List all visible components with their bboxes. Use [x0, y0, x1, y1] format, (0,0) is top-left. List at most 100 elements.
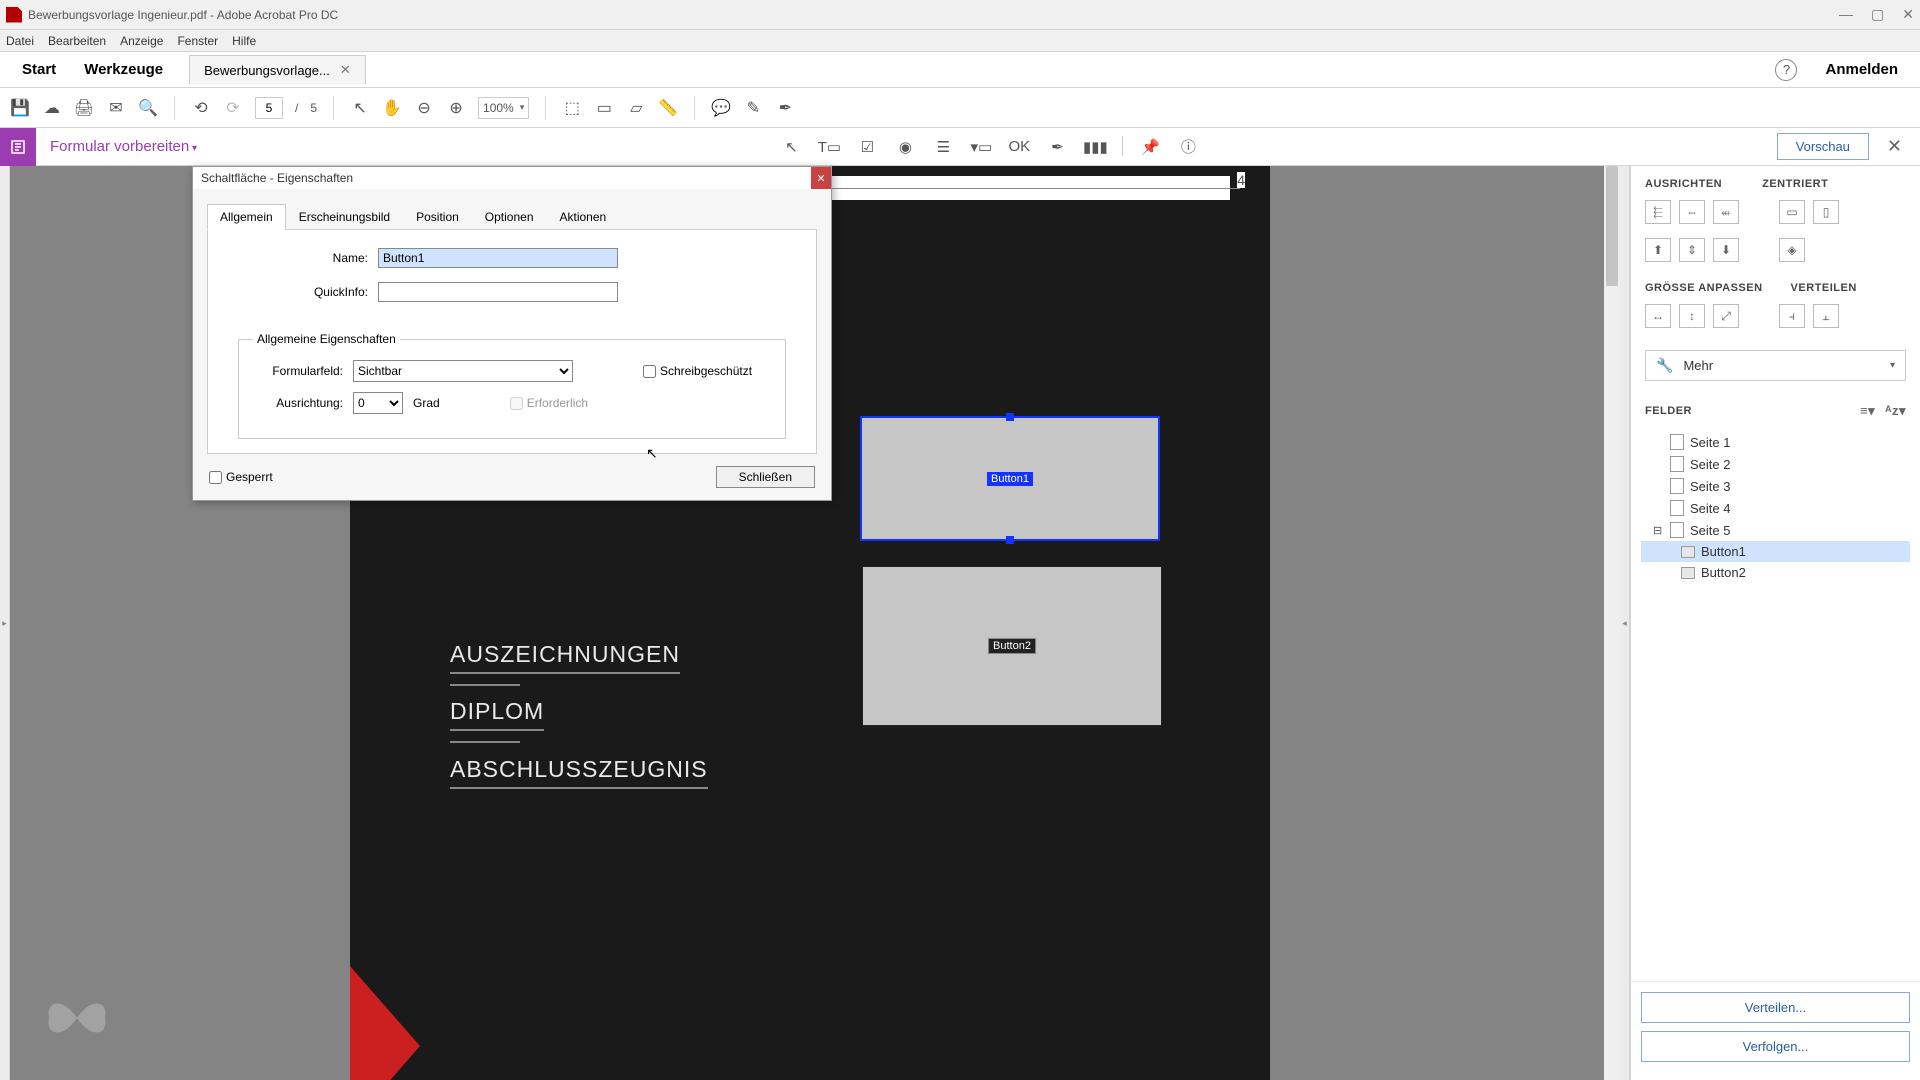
- listbox-tool-icon[interactable]: ☰: [932, 136, 954, 158]
- tab-optionen[interactable]: Optionen: [472, 204, 547, 230]
- tab-aktionen[interactable]: Aktionen: [547, 204, 620, 230]
- track-form-button[interactable]: Verfolgen...: [1641, 1031, 1910, 1062]
- titlebar: Bewerbungsvorlage Ingenieur.pdf - Adobe …: [0, 0, 1920, 30]
- select-tool-icon[interactable]: ↖: [780, 136, 802, 158]
- match-height-icon[interactable]: ↕: [1679, 304, 1705, 328]
- tree-page-2[interactable]: Seite 2: [1641, 453, 1910, 475]
- tab-start[interactable]: Start: [8, 53, 70, 86]
- fit-width-icon[interactable]: ⬚: [562, 98, 582, 118]
- search-icon[interactable]: 🔍: [138, 98, 158, 118]
- page-up-icon[interactable]: ⟲: [191, 98, 211, 118]
- fit-visible-icon[interactable]: ▱: [626, 98, 646, 118]
- tree-page-5[interactable]: ⊟Seite 5: [1641, 519, 1910, 541]
- textfield-tool-icon[interactable]: T▭: [818, 136, 840, 158]
- preview-button[interactable]: Vorschau: [1777, 133, 1869, 160]
- minimize-button[interactable]: —: [1839, 6, 1853, 23]
- tab-werkzeuge[interactable]: Werkzeuge: [70, 53, 177, 86]
- zoom-out-icon[interactable]: ⊖: [414, 98, 434, 118]
- radio-tool-icon[interactable]: ◉: [894, 136, 916, 158]
- help-icon[interactable]: ?: [1775, 59, 1797, 81]
- menu-datei[interactable]: Datei: [6, 34, 34, 48]
- align-top-icon[interactable]: ⬆: [1645, 238, 1671, 262]
- dialog-close-icon[interactable]: ✕: [811, 167, 831, 189]
- page-number-input[interactable]: [255, 97, 283, 119]
- formularfeld-select[interactable]: Sichtbar: [353, 360, 573, 382]
- menu-hilfe[interactable]: Hilfe: [232, 34, 256, 48]
- formularfeld-label: Formularfeld:: [253, 364, 343, 378]
- left-rail-expand[interactable]: [0, 166, 10, 1080]
- tree-button2[interactable]: Button2: [1641, 562, 1910, 583]
- close-form-mode-icon[interactable]: ✕: [1879, 136, 1910, 157]
- distribute-form-button[interactable]: Verteilen...: [1641, 992, 1910, 1023]
- distribute-h-icon[interactable]: ⫞: [1779, 304, 1805, 328]
- zoom-select[interactable]: 100%: [478, 97, 529, 119]
- schreibgeschuetzt-checkbox[interactable]: [643, 365, 656, 378]
- fields-tree: Seite 1 Seite 2 Seite 3 Seite 4 ⊟Seite 5…: [1631, 425, 1920, 981]
- quickinfo-input[interactable]: [378, 282, 618, 302]
- center-both-icon[interactable]: ◈: [1779, 238, 1805, 262]
- tree-page-3[interactable]: Seite 3: [1641, 475, 1910, 497]
- ausrichtung-select[interactable]: 0: [353, 392, 403, 414]
- print-icon[interactable]: 🖨: [74, 98, 94, 118]
- form-mode-dropdown[interactable]: Formular vorbereiten: [36, 138, 203, 155]
- name-input[interactable]: [378, 248, 618, 268]
- zoom-in-icon[interactable]: ⊕: [446, 98, 466, 118]
- taborder-icon[interactable]: ᴬz▾: [1885, 403, 1906, 419]
- form-field-button2[interactable]: Button2: [862, 566, 1162, 726]
- right-panel-collapse[interactable]: [1620, 166, 1630, 1080]
- schliessen-button[interactable]: Schließen: [716, 466, 815, 488]
- tree-button1[interactable]: Button1: [1641, 541, 1910, 562]
- general-properties-fieldset: Allgemeine Eigenschaften Formularfeld: S…: [238, 332, 786, 439]
- align-middle-icon[interactable]: ⇕: [1679, 238, 1705, 262]
- signin-button[interactable]: Anmelden: [1811, 61, 1912, 78]
- highlight-icon[interactable]: ✎: [743, 98, 763, 118]
- vertical-scrollbar[interactable]: [1604, 166, 1620, 1080]
- menu-anzeige[interactable]: Anzeige: [120, 34, 163, 48]
- dialog-tabs: Allgemein Erscheinungsbild Position Opti…: [207, 203, 817, 230]
- pointer-icon[interactable]: ↖: [350, 98, 370, 118]
- match-width-icon[interactable]: ↔: [1645, 304, 1671, 328]
- center-h-icon[interactable]: ▭: [1779, 200, 1805, 224]
- mail-icon[interactable]: ✉: [106, 98, 126, 118]
- tab-position[interactable]: Position: [403, 204, 472, 230]
- hand-icon[interactable]: ✋: [382, 98, 402, 118]
- gesperrt-checkbox[interactable]: [209, 471, 222, 484]
- close-button[interactable]: ✕: [1902, 6, 1914, 23]
- tree-page-4[interactable]: Seite 4: [1641, 497, 1910, 519]
- tab-erscheinungsbild[interactable]: Erscheinungsbild: [286, 204, 403, 230]
- help-tool-icon[interactable]: ⓘ: [1177, 136, 1199, 158]
- doc-heading-auszeichnungen: AUSZEICHNUNGEN: [450, 641, 680, 686]
- distribute-v-icon[interactable]: ⫠: [1813, 304, 1839, 328]
- tab-allgemein[interactable]: Allgemein: [207, 204, 286, 230]
- align-center-h-icon[interactable]: ⇔: [1679, 200, 1705, 224]
- align-right-icon[interactable]: ⬴: [1713, 200, 1739, 224]
- page-down-icon[interactable]: ⟳: [223, 98, 243, 118]
- match-both-icon[interactable]: ⤢: [1713, 304, 1739, 328]
- center-v-icon[interactable]: ▯: [1813, 200, 1839, 224]
- pin-tool-icon[interactable]: 📌: [1139, 136, 1161, 158]
- tree-page-1[interactable]: Seite 1: [1641, 431, 1910, 453]
- checkbox-tool-icon[interactable]: ☑: [856, 136, 878, 158]
- comment-icon[interactable]: 💬: [711, 98, 731, 118]
- cloud-icon[interactable]: ☁: [42, 98, 62, 118]
- barcode-tool-icon[interactable]: ▮▮▮: [1084, 136, 1106, 158]
- sign-icon[interactable]: ✒: [775, 98, 795, 118]
- dropdown-tool-icon[interactable]: ▾▭: [970, 136, 992, 158]
- button-tool-icon[interactable]: OK: [1008, 136, 1030, 158]
- fit-page-icon[interactable]: ▭: [594, 98, 614, 118]
- align-left-icon[interactable]: ⬱: [1645, 200, 1671, 224]
- align-bottom-icon[interactable]: ⬇: [1713, 238, 1739, 262]
- menu-fenster[interactable]: Fenster: [177, 34, 218, 48]
- more-dropdown[interactable]: 🔧 Mehr ▾: [1645, 350, 1906, 381]
- ruler-icon[interactable]: 📏: [658, 98, 678, 118]
- document-tab-close-icon[interactable]: ✕: [340, 62, 351, 78]
- document-tab[interactable]: Bewerbungsvorlage... ✕: [189, 55, 366, 84]
- sort-icon[interactable]: ≡▾: [1860, 403, 1875, 419]
- dialog-title: Schaltfläche - Eigenschaften: [201, 171, 353, 185]
- save-icon[interactable]: 💾: [10, 98, 30, 118]
- signature-tool-icon[interactable]: ✒: [1046, 136, 1068, 158]
- form-field-button1[interactable]: Button1: [860, 416, 1160, 541]
- maximize-button[interactable]: ▢: [1871, 6, 1884, 23]
- menu-bearbeiten[interactable]: Bearbeiten: [48, 34, 106, 48]
- dialog-titlebar[interactable]: Schaltfläche - Eigenschaften ✕: [193, 167, 831, 189]
